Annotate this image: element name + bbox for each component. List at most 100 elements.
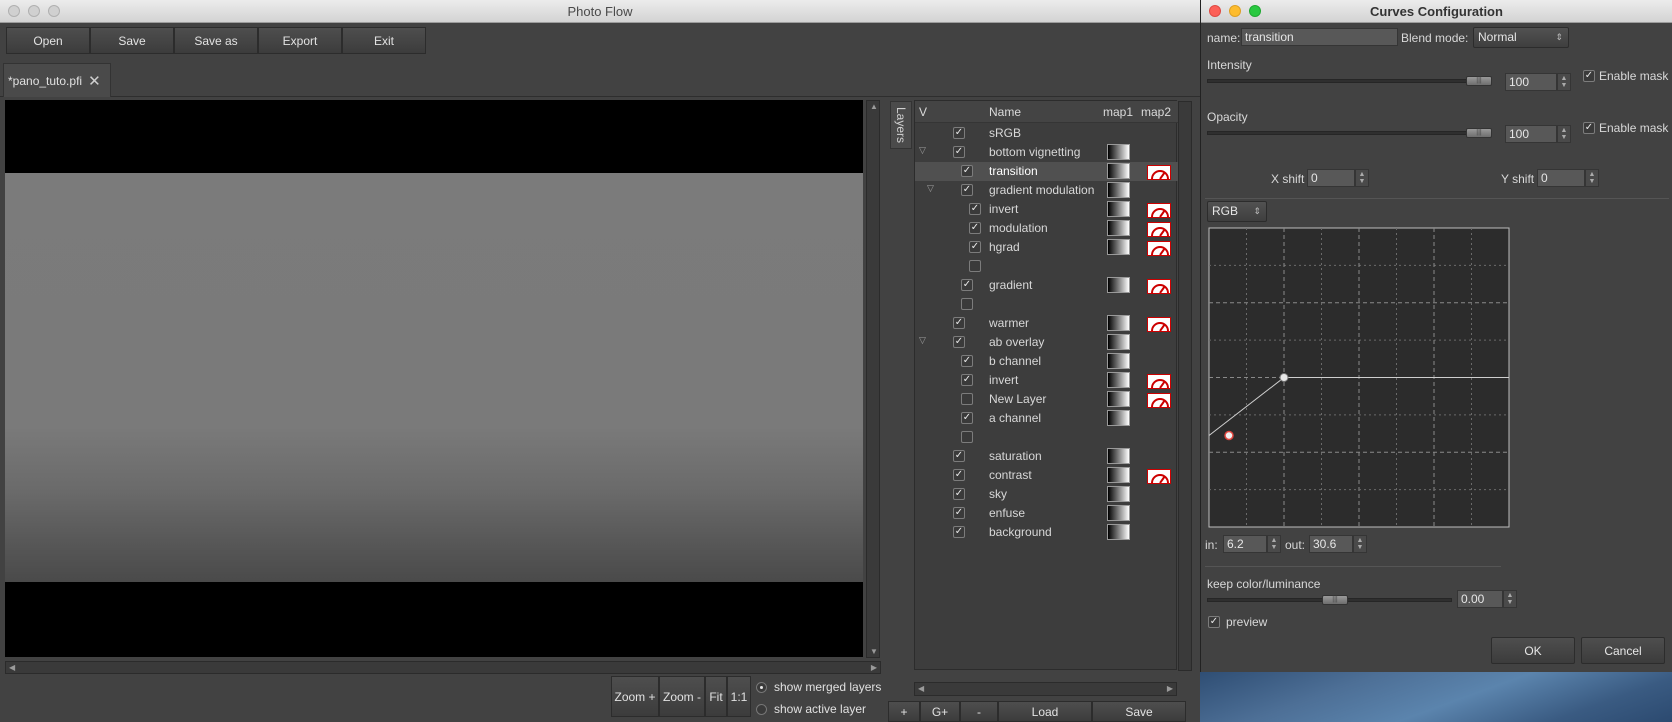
gauge-icon[interactable] xyxy=(1147,165,1171,180)
layer-visible-checkbox[interactable]: ✓ xyxy=(961,279,973,291)
map1-thumbnail[interactable] xyxy=(1107,315,1130,331)
exit-button[interactable]: Exit xyxy=(342,27,426,54)
opacity-spinner[interactable]: ▲ ▼ xyxy=(1557,125,1571,143)
intensity-slider[interactable]: ||| xyxy=(1207,76,1492,86)
layer-visible-checkbox[interactable]: ✓ xyxy=(961,355,973,367)
layer-row[interactable]: ✓ warmer xyxy=(915,314,1178,333)
map1-thumbnail[interactable] xyxy=(1107,372,1130,388)
layer-row[interactable] xyxy=(915,295,1178,314)
dialog-close-button[interactable] xyxy=(1209,5,1221,17)
close-tab-icon[interactable]: ✕ xyxy=(88,72,101,90)
minimize-window-button[interactable] xyxy=(28,5,40,17)
opacity-slider-handle[interactable]: ||| xyxy=(1466,128,1492,138)
intensity-enable-mask-checkbox[interactable]: ✓ xyxy=(1583,70,1595,82)
map1-thumbnail[interactable] xyxy=(1107,524,1130,540)
out-value-field[interactable]: 30.6 xyxy=(1309,535,1353,553)
x-shift-spinner[interactable]: ▲ ▼ xyxy=(1355,169,1369,187)
layer-row[interactable] xyxy=(915,257,1178,276)
map1-thumbnail[interactable] xyxy=(1107,182,1130,198)
show-merged-option[interactable]: show merged layers xyxy=(756,680,881,694)
channel-select[interactable]: RGB ⇕ xyxy=(1207,201,1267,222)
map1-thumbnail[interactable] xyxy=(1107,353,1130,369)
layer-row[interactable]: New Layer xyxy=(915,390,1178,409)
y-shift-field[interactable]: 0 xyxy=(1537,169,1585,187)
layer-row[interactable]: ✓ hgrad xyxy=(915,238,1178,257)
layers-horizontal-scrollbar[interactable]: ◀ ▶ xyxy=(914,682,1177,696)
gauge-icon[interactable] xyxy=(1147,393,1171,408)
close-window-button[interactable] xyxy=(8,5,20,17)
y-shift-spinner[interactable]: ▲ ▼ xyxy=(1585,169,1599,187)
layers-scroll-left-icon[interactable]: ◀ xyxy=(918,684,924,693)
merged-radio[interactable] xyxy=(756,681,767,693)
opacity-value-field[interactable]: 100 xyxy=(1505,125,1557,143)
gauge-icon[interactable] xyxy=(1147,203,1171,218)
curve-editor[interactable] xyxy=(1207,226,1511,529)
fit-button[interactable]: Fit xyxy=(705,676,727,717)
save-layers-button[interactable]: Save xyxy=(1092,701,1186,722)
dialog-minimize-button[interactable] xyxy=(1229,5,1241,17)
blend-mode-select[interactable]: Normal ⇕ xyxy=(1473,27,1569,48)
x-shift-field[interactable]: 0 xyxy=(1307,169,1355,187)
keep-color-slider-handle[interactable]: ||| xyxy=(1322,595,1348,605)
gauge-icon[interactable] xyxy=(1147,222,1171,237)
map1-thumbnail[interactable] xyxy=(1107,239,1130,255)
layer-row[interactable]: ✓ saturation xyxy=(915,447,1178,466)
layer-visible-checkbox[interactable]: ✓ xyxy=(961,165,973,177)
opacity-enable-mask-checkbox[interactable]: ✓ xyxy=(1583,122,1595,134)
scroll-down-icon[interactable]: ▼ xyxy=(870,647,878,656)
scroll-left-icon[interactable]: ◀ xyxy=(9,663,15,672)
layers-side-tab[interactable]: Layers xyxy=(890,101,912,149)
dialog-zoom-button[interactable] xyxy=(1249,5,1261,17)
map1-thumbnail[interactable] xyxy=(1107,220,1130,236)
layer-visible-checkbox[interactable]: ✓ xyxy=(953,450,965,462)
zoom-window-button[interactable] xyxy=(48,5,60,17)
layer-visible-checkbox[interactable]: ✓ xyxy=(969,203,981,215)
layer-row[interactable]: ✓ background xyxy=(915,523,1178,542)
layer-visible-checkbox[interactable]: ✓ xyxy=(953,507,965,519)
map1-thumbnail[interactable] xyxy=(1107,201,1130,217)
load-layers-button[interactable]: Load xyxy=(998,701,1092,722)
opacity-slider[interactable]: ||| xyxy=(1207,128,1492,138)
layer-visible-checkbox[interactable]: ✓ xyxy=(953,317,965,329)
save-as-button[interactable]: Save as xyxy=(174,27,258,54)
layer-row[interactable]: ✓ gradient xyxy=(915,276,1178,295)
layers-scroll-right-icon[interactable]: ▶ xyxy=(1167,684,1173,693)
layer-row[interactable]: ✓ contrast xyxy=(915,466,1178,485)
layer-visible-checkbox[interactable]: ✓ xyxy=(969,222,981,234)
zoom-in-button[interactable]: Zoom + xyxy=(611,676,659,717)
map1-thumbnail[interactable] xyxy=(1107,410,1130,426)
scroll-up-icon[interactable]: ▲ xyxy=(870,102,878,111)
layer-visible-checkbox[interactable] xyxy=(969,260,981,272)
layer-visible-checkbox[interactable]: ✓ xyxy=(953,127,965,139)
layer-row[interactable] xyxy=(915,428,1178,447)
one-to-one-button[interactable]: 1:1 xyxy=(727,676,751,717)
map1-thumbnail[interactable] xyxy=(1107,505,1130,521)
layer-row[interactable]: ✓ invert xyxy=(915,371,1178,390)
canvas-vertical-scrollbar[interactable]: ▲ ▼ xyxy=(866,100,880,658)
layer-row[interactable]: ▽ ✓ bottom vignetting xyxy=(915,143,1178,162)
cancel-button[interactable]: Cancel xyxy=(1581,637,1665,664)
export-button[interactable]: Export xyxy=(258,27,342,54)
add-layer-button[interactable]: + xyxy=(888,701,920,722)
intensity-value-field[interactable]: 100 xyxy=(1505,73,1557,91)
layer-visible-checkbox[interactable]: ✓ xyxy=(961,374,973,386)
layer-row[interactable]: ✓ sRGB xyxy=(915,124,1178,143)
layer-visible-checkbox[interactable]: ✓ xyxy=(969,241,981,253)
layer-visible-checkbox[interactable]: ✓ xyxy=(953,526,965,538)
layer-visible-checkbox[interactable] xyxy=(961,298,973,310)
layer-name-field[interactable]: transition xyxy=(1241,28,1398,46)
intensity-spinner[interactable]: ▲ ▼ xyxy=(1557,73,1571,91)
expander-icon[interactable]: ▽ xyxy=(927,183,934,194)
curve-point[interactable] xyxy=(1279,373,1289,382)
save-button[interactable]: Save xyxy=(90,27,174,54)
layer-row[interactable]: ✓ a channel xyxy=(915,409,1178,428)
layer-visible-checkbox[interactable]: ✓ xyxy=(961,412,973,424)
gauge-icon[interactable] xyxy=(1147,279,1171,294)
add-group-button[interactable]: G+ xyxy=(920,701,960,722)
layer-visible-checkbox[interactable]: ✓ xyxy=(953,488,965,500)
layer-visible-checkbox[interactable]: ✓ xyxy=(953,336,965,348)
layer-row[interactable]: ✓ modulation xyxy=(915,219,1178,238)
remove-layer-button[interactable]: - xyxy=(960,701,998,722)
map1-thumbnail[interactable] xyxy=(1107,448,1130,464)
layer-row[interactable]: ▽ ✓ ab overlay xyxy=(915,333,1178,352)
